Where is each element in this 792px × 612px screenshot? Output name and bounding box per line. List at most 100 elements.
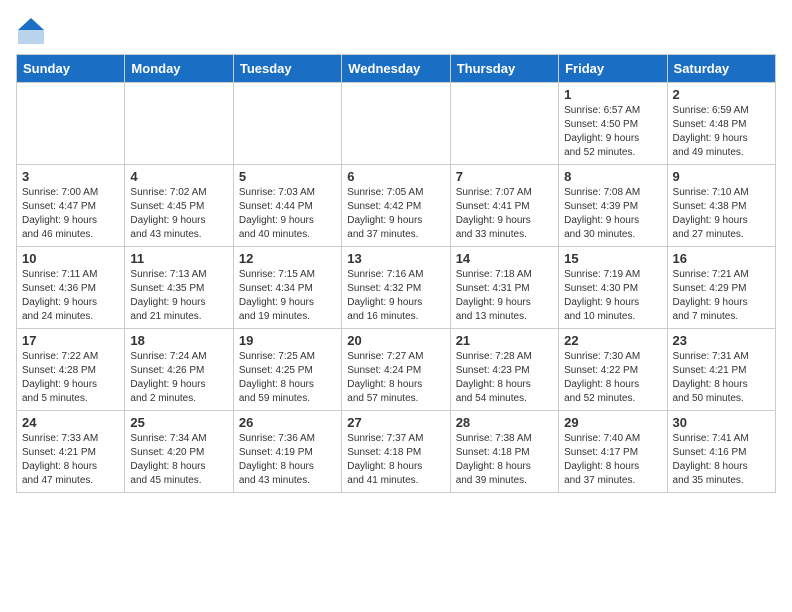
weekday-header: Sunday	[17, 55, 125, 83]
day-info: Sunrise: 7:40 AM Sunset: 4:17 PM Dayligh…	[564, 432, 661, 488]
day-number: 2	[673, 87, 770, 102]
day-info: Sunrise: 7:16 AM Sunset: 4:32 PM Dayligh…	[347, 268, 444, 324]
calendar-cell: 3 Sunrise: 7:00 AM Sunset: 4:47 PM Daylig…	[17, 165, 125, 247]
day-info: Sunrise: 7:05 AM Sunset: 4:42 PM Dayligh…	[347, 186, 444, 242]
day-number: 10	[22, 251, 119, 266]
calendar-cell: 8 Sunrise: 7:08 AM Sunset: 4:39 PM Daylig…	[559, 165, 667, 247]
calendar-cell: 9 Sunrise: 7:10 AM Sunset: 4:38 PM Daylig…	[667, 165, 775, 247]
calendar-week-row: 10 Sunrise: 7:11 AM Sunset: 4:36 PM Dayli…	[17, 247, 776, 329]
day-number: 21	[456, 333, 553, 348]
day-number: 30	[673, 415, 770, 430]
calendar-cell: 15 Sunrise: 7:19 AM Sunset: 4:30 PM Dayli…	[559, 247, 667, 329]
day-number: 11	[130, 251, 227, 266]
calendar-cell: 29Sunrise: 7:40 AM Sunset: 4:17 PM Dayli…	[559, 411, 667, 493]
weekday-header: Tuesday	[233, 55, 341, 83]
day-number: 9	[673, 169, 770, 184]
weekday-header: Monday	[125, 55, 233, 83]
calendar-cell: 2 Sunrise: 6:59 AM Sunset: 4:48 PM Daylig…	[667, 83, 775, 165]
calendar-cell: 24 Sunrise: 7:33 AM Sunset: 4:21 PM Dayli…	[17, 411, 125, 493]
calendar-week-row: 3 Sunrise: 7:00 AM Sunset: 4:47 PM Daylig…	[17, 165, 776, 247]
day-info: Sunrise: 7:36 AM Sunset: 4:19 PM Dayligh…	[239, 432, 336, 488]
day-info: Sunrise: 7:19 AM Sunset: 4:30 PM Dayligh…	[564, 268, 661, 324]
day-number: 24	[22, 415, 119, 430]
calendar-cell	[450, 83, 558, 165]
calendar-cell: 17 Sunrise: 7:22 AM Sunset: 4:28 PM Dayli…	[17, 329, 125, 411]
day-info: Sunrise: 7:13 AM Sunset: 4:35 PM Dayligh…	[130, 268, 227, 324]
day-info: Sunrise: 6:59 AM Sunset: 4:48 PM Dayligh…	[673, 104, 770, 160]
day-info: Sunrise: 7:31 AM Sunset: 4:21 PM Dayligh…	[673, 350, 770, 406]
calendar-week-row: 24 Sunrise: 7:33 AM Sunset: 4:21 PM Dayli…	[17, 411, 776, 493]
day-number: 22	[564, 333, 661, 348]
day-number: 27	[347, 415, 444, 430]
day-info: Sunrise: 7:00 AM Sunset: 4:47 PM Dayligh…	[22, 186, 119, 242]
weekday-header: Friday	[559, 55, 667, 83]
calendar-cell: 19Sunrise: 7:25 AM Sunset: 4:25 PM Dayli…	[233, 329, 341, 411]
day-info: Sunrise: 7:08 AM Sunset: 4:39 PM Dayligh…	[564, 186, 661, 242]
day-number: 1	[564, 87, 661, 102]
calendar-cell: 6 Sunrise: 7:05 AM Sunset: 4:42 PM Daylig…	[342, 165, 450, 247]
day-info: Sunrise: 7:24 AM Sunset: 4:26 PM Dayligh…	[130, 350, 227, 406]
calendar-cell: 30Sunrise: 7:41 AM Sunset: 4:16 PM Dayli…	[667, 411, 775, 493]
calendar-cell: 27 Sunrise: 7:37 AM Sunset: 4:18 PM Dayli…	[342, 411, 450, 493]
calendar-cell: 28 Sunrise: 7:38 AM Sunset: 4:18 PM Dayli…	[450, 411, 558, 493]
logo-icon	[16, 16, 46, 46]
day-info: Sunrise: 7:15 AM Sunset: 4:34 PM Dayligh…	[239, 268, 336, 324]
day-number: 28	[456, 415, 553, 430]
calendar-cell: 12 Sunrise: 7:15 AM Sunset: 4:34 PM Dayli…	[233, 247, 341, 329]
day-number: 6	[347, 169, 444, 184]
day-info: Sunrise: 7:22 AM Sunset: 4:28 PM Dayligh…	[22, 350, 119, 406]
calendar: SundayMondayTuesdayWednesdayThursdayFrid…	[16, 54, 776, 493]
page-header	[16, 16, 776, 46]
day-number: 18	[130, 333, 227, 348]
day-number: 26	[239, 415, 336, 430]
calendar-cell	[17, 83, 125, 165]
day-info: Sunrise: 7:37 AM Sunset: 4:18 PM Dayligh…	[347, 432, 444, 488]
calendar-cell: 14Sunrise: 7:18 AM Sunset: 4:31 PM Dayli…	[450, 247, 558, 329]
logo	[16, 16, 50, 46]
day-number: 4	[130, 169, 227, 184]
day-number: 8	[564, 169, 661, 184]
calendar-cell	[125, 83, 233, 165]
day-number: 3	[22, 169, 119, 184]
day-info: Sunrise: 7:27 AM Sunset: 4:24 PM Dayligh…	[347, 350, 444, 406]
day-number: 16	[673, 251, 770, 266]
day-info: Sunrise: 7:33 AM Sunset: 4:21 PM Dayligh…	[22, 432, 119, 488]
calendar-cell: 20 Sunrise: 7:27 AM Sunset: 4:24 PM Dayli…	[342, 329, 450, 411]
day-number: 13	[347, 251, 444, 266]
day-number: 19	[239, 333, 336, 348]
weekday-header: Wednesday	[342, 55, 450, 83]
day-number: 5	[239, 169, 336, 184]
day-info: Sunrise: 7:11 AM Sunset: 4:36 PM Dayligh…	[22, 268, 119, 324]
calendar-cell: 7Sunrise: 7:07 AM Sunset: 4:41 PM Daylig…	[450, 165, 558, 247]
weekday-header: Thursday	[450, 55, 558, 83]
day-number: 12	[239, 251, 336, 266]
day-info: Sunrise: 7:38 AM Sunset: 4:18 PM Dayligh…	[456, 432, 553, 488]
day-number: 7	[456, 169, 553, 184]
calendar-week-row: 17 Sunrise: 7:22 AM Sunset: 4:28 PM Dayli…	[17, 329, 776, 411]
calendar-cell: 13 Sunrise: 7:16 AM Sunset: 4:32 PM Dayli…	[342, 247, 450, 329]
day-info: Sunrise: 7:34 AM Sunset: 4:20 PM Dayligh…	[130, 432, 227, 488]
calendar-cell: 25 Sunrise: 7:34 AM Sunset: 4:20 PM Dayli…	[125, 411, 233, 493]
calendar-cell: 18 Sunrise: 7:24 AM Sunset: 4:26 PM Dayli…	[125, 329, 233, 411]
day-info: Sunrise: 7:10 AM Sunset: 4:38 PM Dayligh…	[673, 186, 770, 242]
day-info: Sunrise: 7:28 AM Sunset: 4:23 PM Dayligh…	[456, 350, 553, 406]
day-info: Sunrise: 6:57 AM Sunset: 4:50 PM Dayligh…	[564, 104, 661, 160]
calendar-week-row: 1 Sunrise: 6:57 AM Sunset: 4:50 PM Daylig…	[17, 83, 776, 165]
calendar-cell	[233, 83, 341, 165]
calendar-cell: 5 Sunrise: 7:03 AM Sunset: 4:44 PM Daylig…	[233, 165, 341, 247]
calendar-cell: 1 Sunrise: 6:57 AM Sunset: 4:50 PM Daylig…	[559, 83, 667, 165]
calendar-cell: 23Sunrise: 7:31 AM Sunset: 4:21 PM Dayli…	[667, 329, 775, 411]
calendar-cell	[342, 83, 450, 165]
day-info: Sunrise: 7:30 AM Sunset: 4:22 PM Dayligh…	[564, 350, 661, 406]
day-info: Sunrise: 7:03 AM Sunset: 4:44 PM Dayligh…	[239, 186, 336, 242]
day-number: 15	[564, 251, 661, 266]
weekday-header: Saturday	[667, 55, 775, 83]
day-info: Sunrise: 7:02 AM Sunset: 4:45 PM Dayligh…	[130, 186, 227, 242]
calendar-cell: 16Sunrise: 7:21 AM Sunset: 4:29 PM Dayli…	[667, 247, 775, 329]
day-number: 25	[130, 415, 227, 430]
calendar-cell: 22 Sunrise: 7:30 AM Sunset: 4:22 PM Dayli…	[559, 329, 667, 411]
day-number: 20	[347, 333, 444, 348]
calendar-cell: 4 Sunrise: 7:02 AM Sunset: 4:45 PM Daylig…	[125, 165, 233, 247]
day-number: 17	[22, 333, 119, 348]
calendar-cell: 11 Sunrise: 7:13 AM Sunset: 4:35 PM Dayli…	[125, 247, 233, 329]
